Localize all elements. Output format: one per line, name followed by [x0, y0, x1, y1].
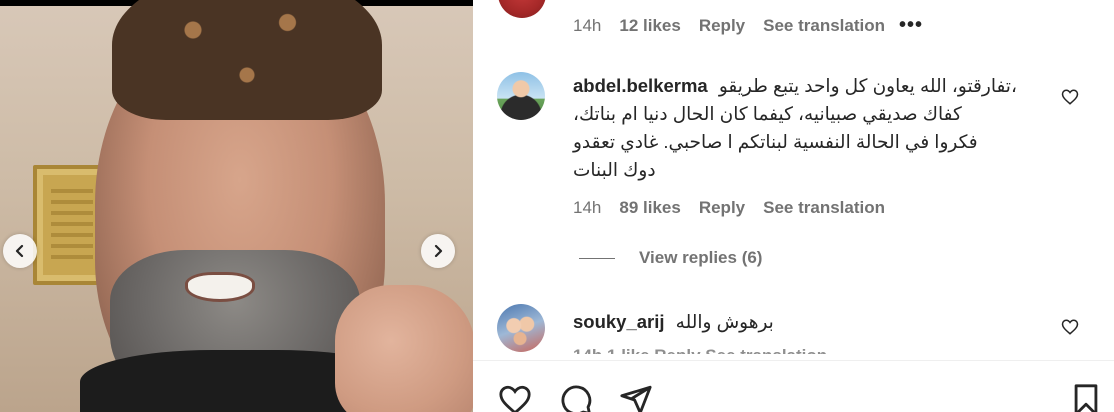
- comment-text: souky_arij برهوش والله: [573, 308, 1093, 336]
- avatar[interactable]: [497, 304, 545, 352]
- more-options-icon[interactable]: •••: [899, 14, 923, 37]
- previous-button[interactable]: [3, 234, 37, 268]
- comment-button[interactable]: [559, 383, 593, 412]
- cap: [112, 0, 382, 120]
- next-button[interactable]: [421, 234, 455, 268]
- chevron-left-icon: [15, 244, 24, 258]
- view-replies-button[interactable]: View replies (6): [579, 248, 762, 268]
- comment-text: abdel.belkerma تفارقتو، الله يعاون كل وا…: [573, 72, 1093, 100]
- divider: [579, 257, 615, 259]
- bookmark-icon: [1074, 384, 1098, 412]
- post-media: [0, 0, 473, 412]
- see-translation-link[interactable]: See translation: [763, 16, 885, 36]
- comment-meta: 14h 1 like Reply See translation: [573, 346, 828, 360]
- hand: [335, 285, 473, 412]
- mouth: [185, 272, 255, 302]
- comment-line: كفاك صديقي صبيانيه، كيفما كان الحال دنيا…: [573, 103, 962, 124]
- comment-line: فكروا في الحالة النفسية لبناتكم ا صاحبي.…: [573, 131, 978, 152]
- comment-username[interactable]: souky_arij: [573, 311, 665, 332]
- like-button[interactable]: [498, 383, 532, 412]
- save-button[interactable]: [1069, 383, 1103, 412]
- chevron-right-icon: [434, 244, 443, 258]
- like-count[interactable]: 12 likes: [619, 16, 680, 36]
- comments-panel: 14h 12 likes Reply See translation ••• a…: [473, 0, 1114, 412]
- like-count[interactable]: 89 likes: [619, 198, 680, 218]
- comment-line: برهوش والله: [675, 311, 774, 332]
- heart-icon: [499, 385, 531, 412]
- comment-meta: 14h 89 likes Reply See translation: [573, 198, 1093, 218]
- reply-button[interactable]: Reply: [699, 16, 745, 36]
- view-replies-label: View replies (6): [639, 248, 763, 267]
- comment-meta: 14h 12 likes Reply See translation •••: [573, 14, 941, 37]
- heart-icon[interactable]: [1061, 318, 1079, 336]
- comment-time: 14h: [573, 15, 602, 35]
- comment-body: souky_arij برهوش والله: [573, 308, 1093, 336]
- avatar[interactable]: [497, 72, 545, 120]
- comments-list: 14h 12 likes Reply See translation ••• a…: [473, 0, 1114, 360]
- comment-username[interactable]: abdel.belkerma: [573, 75, 708, 96]
- see-translation-link[interactable]: See translation: [763, 198, 885, 218]
- comment-time: 14h: [573, 198, 602, 217]
- comment-icon: [561, 385, 592, 412]
- share-button[interactable]: [619, 383, 653, 412]
- action-bar: [473, 360, 1114, 412]
- comment-line: تفارقتو، الله يعاون كل واحد يتبع طريقو،: [718, 75, 1017, 96]
- comment-body: abdel.belkerma تفارقتو، الله يعاون كل وا…: [573, 72, 1093, 218]
- reply-button[interactable]: Reply: [699, 198, 745, 218]
- avatar[interactable]: [498, 0, 546, 18]
- share-icon: [620, 385, 652, 412]
- heart-icon[interactable]: [1061, 88, 1079, 106]
- comment-line: دوك البنات: [573, 159, 656, 180]
